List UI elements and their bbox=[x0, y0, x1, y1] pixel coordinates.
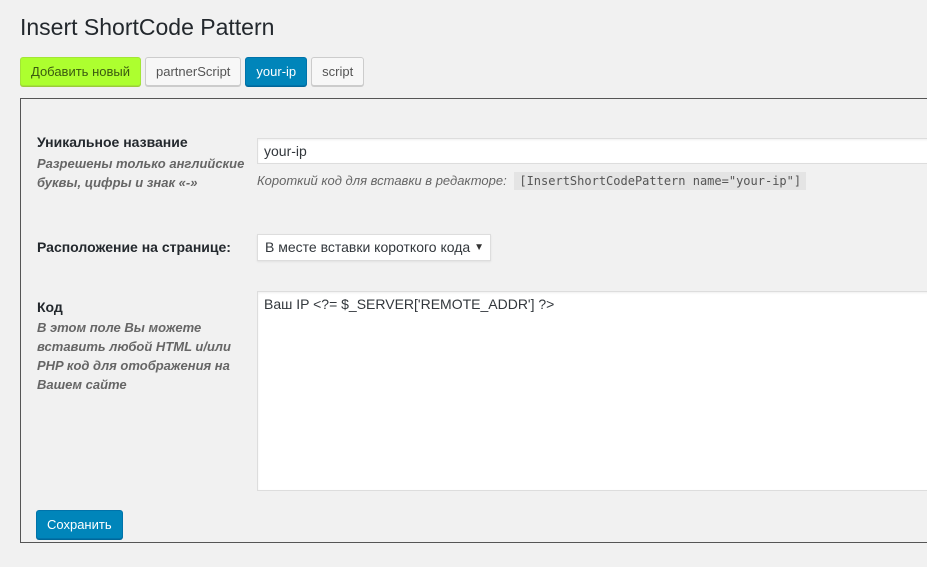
code-textarea[interactable]: Ваш IP <?= $_SERVER['REMOTE_ADDR'] ?> bbox=[257, 291, 927, 491]
dropdown-arrow-icon: ▼ bbox=[474, 242, 484, 253]
tab-your-ip[interactable]: your-ip bbox=[245, 57, 308, 86]
shortcode-value: [InsertShortCodePattern name="your-ip"] bbox=[514, 172, 807, 190]
code-label: Код bbox=[37, 299, 63, 315]
edit-panel: Уникальное название Разрешены только анг… bbox=[20, 98, 927, 543]
pattern-tabs: Добавить новый partnerScript your-ip scr… bbox=[20, 57, 365, 86]
shortcode-hint-text: Короткий код для вставки в редакторе: bbox=[257, 173, 507, 188]
placement-selected: В месте вставки короткого кода bbox=[265, 239, 471, 255]
tab-add-new[interactable]: Добавить новый bbox=[20, 57, 141, 86]
placement-label: Расположение на странице: bbox=[37, 239, 231, 255]
shortcode-hint: Короткий код для вставки в редакторе: [I… bbox=[257, 171, 807, 191]
name-description: Разрешены только английские буквы, цифры… bbox=[37, 156, 245, 190]
page-title: Insert ShortCode Pattern bbox=[20, 14, 275, 40]
name-label: Уникальное название bbox=[37, 134, 188, 150]
code-description: В этом поле Вы можете вставить любой HTM… bbox=[37, 320, 231, 392]
tab-script[interactable]: script bbox=[311, 57, 365, 86]
placement-select[interactable]: В месте вставки короткого кода ▼ bbox=[257, 234, 491, 261]
save-button[interactable]: Сохранить bbox=[36, 510, 123, 539]
tab-partnerscript[interactable]: partnerScript bbox=[145, 57, 242, 86]
name-input[interactable] bbox=[257, 138, 927, 164]
